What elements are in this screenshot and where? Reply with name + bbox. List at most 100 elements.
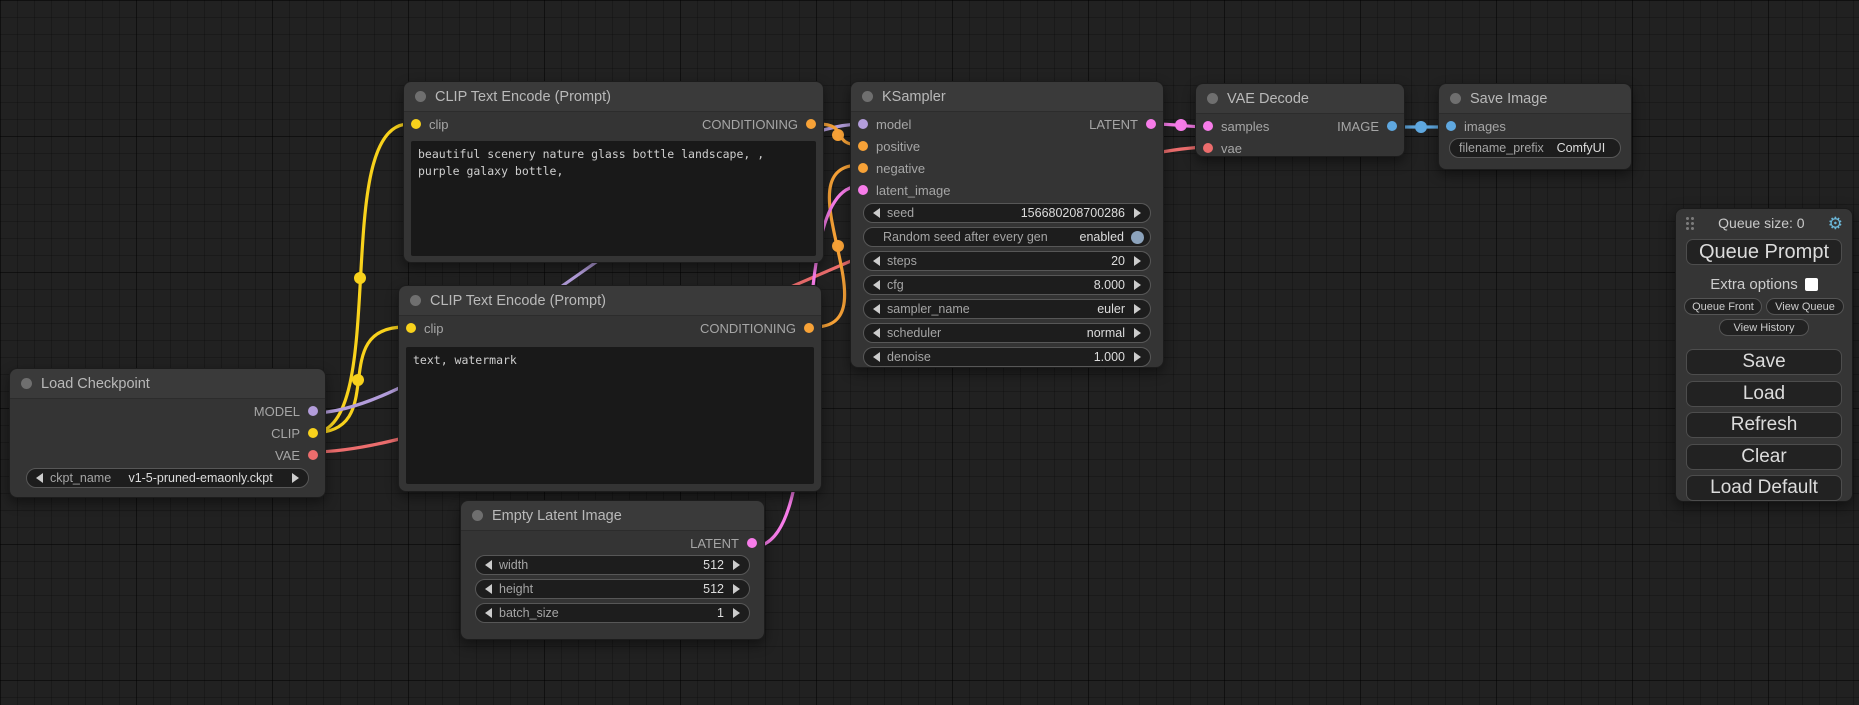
settings-gear-icon[interactable]: ⚙ [1828,215,1843,232]
node-title-bar[interactable]: CLIP Text Encode (Prompt) [399,286,821,316]
decrement-arrow-icon[interactable] [485,584,492,594]
seed-widget[interactable]: seed 156680208700286 [863,203,1151,223]
random-seed-toggle-widget[interactable]: Random seed after every gen enabled [863,227,1151,247]
clip-input-port[interactable] [406,323,416,333]
images-input-port[interactable] [1446,121,1456,131]
sampler-name-widget[interactable]: sampler_name euler [863,299,1151,319]
graph-canvas[interactable]: Load Checkpoint MODEL CLIP VAE ckpt_name… [0,0,1859,705]
conditioning-output-port[interactable] [806,119,816,129]
height-widget[interactable]: height 512 [475,579,750,599]
node-title-bar[interactable]: Empty Latent Image [461,501,764,531]
increment-arrow-icon[interactable] [1134,208,1141,218]
decrement-arrow-icon[interactable] [36,473,43,483]
vae-input-port[interactable] [1203,143,1213,153]
decrement-arrow-icon[interactable] [873,352,880,362]
clip-output-port[interactable] [308,428,318,438]
extra-options-checkbox[interactable] [1805,278,1818,291]
output-label: IMAGE [1337,119,1379,134]
width-widget[interactable]: width 512 [475,555,750,575]
view-queue-button[interactable]: View Queue [1766,298,1844,315]
negative-prompt-textarea[interactable]: text, watermark [406,347,814,484]
ckpt-name-widget[interactable]: ckpt_name v1-5-pruned-emaonly.ckpt [26,468,309,488]
increment-arrow-icon[interactable] [1134,304,1141,314]
widget-label: height [499,582,533,596]
node-title-bar[interactable]: Load Checkpoint [10,369,325,399]
collapse-dot-icon[interactable] [410,295,421,306]
queue-front-button[interactable]: Queue Front [1684,298,1762,315]
slot-row: latent_image [851,180,1163,200]
queue-prompt-button[interactable]: Queue Prompt [1686,239,1842,265]
load-button[interactable]: Load [1686,381,1842,407]
node-load-checkpoint[interactable]: Load Checkpoint MODEL CLIP VAE ckpt_name… [9,368,326,498]
increment-arrow-icon[interactable] [1134,352,1141,362]
node-ksampler[interactable]: KSampler model LATENT positive negative [850,81,1164,368]
node-title-bar[interactable]: VAE Decode [1196,84,1404,114]
widget-label: ckpt_name [50,471,111,485]
latent-output-port[interactable] [1146,119,1156,129]
decrement-arrow-icon[interactable] [873,280,880,290]
output-row-clip: CLIP [10,423,325,443]
decrement-arrow-icon[interactable] [485,608,492,618]
output-label: VAE [275,448,300,463]
positive-prompt-textarea[interactable]: beautiful scenery nature glass bottle la… [411,141,816,256]
collapse-dot-icon[interactable] [472,510,483,521]
workflow-buttons: Save Load Refresh Clear Load Default [1676,349,1852,501]
drag-handle-icon[interactable] [1685,216,1695,230]
node-clip-text-encode-negative[interactable]: CLIP Text Encode (Prompt) clip CONDITION… [398,285,822,492]
widget-label: sampler_name [887,302,970,316]
decrement-arrow-icon[interactable] [485,560,492,570]
load-default-button[interactable]: Load Default [1686,475,1842,501]
denoise-widget[interactable]: denoise 1.000 [863,347,1151,367]
steps-widget[interactable]: steps 20 [863,251,1151,271]
node-title-bar[interactable]: CLIP Text Encode (Prompt) [404,82,823,112]
decrement-arrow-icon[interactable] [873,304,880,314]
refresh-button[interactable]: Refresh [1686,412,1842,438]
model-output-port[interactable] [308,406,318,416]
collapse-dot-icon[interactable] [415,91,426,102]
queue-panel-header: Queue size: 0 ⚙ [1676,209,1852,235]
increment-arrow-icon[interactable] [733,584,740,594]
decrement-arrow-icon[interactable] [873,256,880,266]
increment-arrow-icon[interactable] [733,608,740,618]
increment-arrow-icon[interactable] [733,560,740,570]
increment-arrow-icon[interactable] [1134,256,1141,266]
negative-input-port[interactable] [858,163,868,173]
increment-arrow-icon[interactable] [1134,328,1141,338]
positive-input-port[interactable] [858,141,868,151]
node-save-image[interactable]: Save Image images filename_prefix ComfyU… [1438,83,1632,170]
node-title: Save Image [1470,91,1547,107]
node-vae-decode[interactable]: VAE Decode samples IMAGE vae [1195,83,1405,157]
clip-input-port[interactable] [411,119,421,129]
node-clip-text-encode-positive[interactable]: CLIP Text Encode (Prompt) clip CONDITION… [403,81,824,263]
samples-input-port[interactable] [1203,121,1213,131]
latent-image-input-port[interactable] [858,185,868,195]
image-output-port[interactable] [1387,121,1397,131]
cfg-widget[interactable]: cfg 8.000 [863,275,1151,295]
save-button[interactable]: Save [1686,349,1842,375]
collapse-dot-icon[interactable] [21,378,32,389]
node-title-bar[interactable]: KSampler [851,82,1163,112]
decrement-arrow-icon[interactable] [873,328,880,338]
widget-label: scheduler [887,326,941,340]
collapse-dot-icon[interactable] [1207,93,1218,104]
model-input-port[interactable] [858,119,868,129]
scheduler-widget[interactable]: scheduler normal [863,323,1151,343]
extra-options-row: Extra options [1676,276,1852,293]
node-title: KSampler [882,89,946,105]
view-history-button[interactable]: View History [1719,319,1810,336]
batch-size-widget[interactable]: batch_size 1 [475,603,750,623]
node-empty-latent-image[interactable]: Empty Latent Image LATENT width 512 heig… [460,500,765,640]
node-title-bar[interactable]: Save Image [1439,84,1631,114]
increment-arrow-icon[interactable] [1134,280,1141,290]
collapse-dot-icon[interactable] [1450,93,1461,104]
collapse-dot-icon[interactable] [862,91,873,102]
conditioning-output-port[interactable] [804,323,814,333]
widget-value: v1-5-pruned-emaonly.ckpt [118,471,283,485]
vae-output-port[interactable] [308,450,318,460]
clear-button[interactable]: Clear [1686,444,1842,470]
increment-arrow-icon[interactable] [292,473,299,483]
toggle-dot[interactable] [1131,231,1144,244]
latent-output-port[interactable] [747,538,757,548]
filename-prefix-widget[interactable]: filename_prefix ComfyUI [1449,138,1621,158]
decrement-arrow-icon[interactable] [873,208,880,218]
